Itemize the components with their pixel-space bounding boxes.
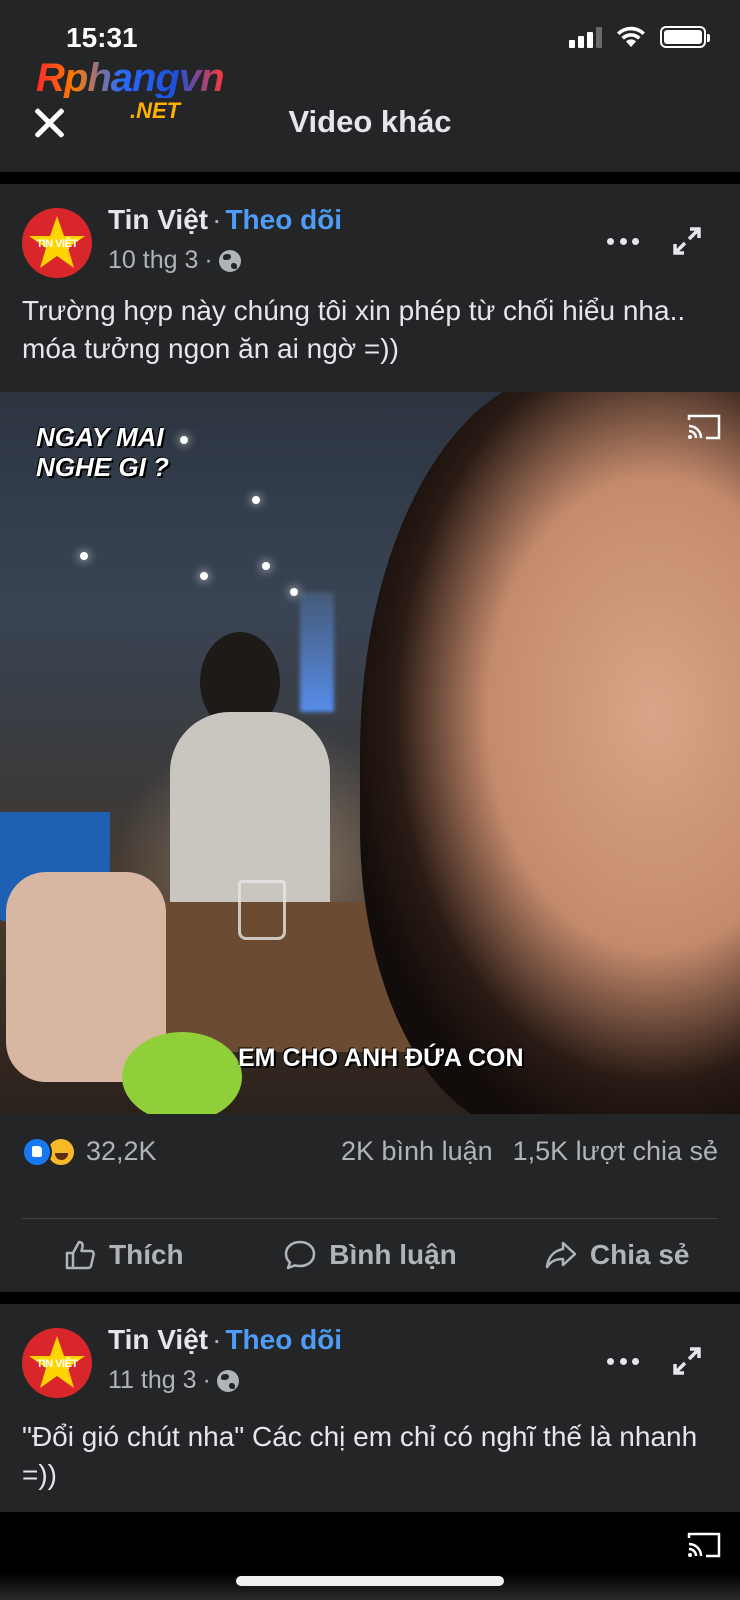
expand-icon[interactable] bbox=[672, 1346, 702, 1376]
like-label: Thích bbox=[109, 1239, 184, 1270]
post-card: TIN VIỆT Tin Việt · Theo dõi 11 thg 3 · "Đổ… bbox=[0, 1304, 740, 1512]
status-icons bbox=[569, 26, 710, 48]
video-caption-top: NGAY MAI NGHE GI ? bbox=[36, 422, 169, 482]
avatar-label: TIN VIỆT bbox=[36, 1358, 78, 1370]
post-date[interactable]: 11 thg 3 bbox=[108, 1366, 197, 1395]
comment-button[interactable]: Bình luận bbox=[247, 1218, 494, 1292]
post-meta: 11 thg 3 · bbox=[108, 1366, 239, 1395]
reactions-count: 32,2K bbox=[86, 1136, 157, 1166]
cast-icon[interactable] bbox=[686, 412, 722, 442]
author-line: Tin Việt · Theo dõi bbox=[108, 204, 343, 235]
comment-label: Bình luận bbox=[329, 1239, 457, 1270]
author-name[interactable]: Tin Việt bbox=[108, 204, 208, 235]
avatar-label: TIN VIỆT bbox=[36, 238, 78, 250]
cellular-signal-icon bbox=[569, 26, 602, 48]
next-video-preview[interactable] bbox=[0, 1512, 740, 1600]
post-actions: Thích Bình luận Chia sẻ bbox=[0, 1218, 740, 1292]
post-card: TIN VIỆT Tin Việt · Theo dõi 10 thg 3 · Trư… bbox=[0, 184, 740, 1292]
like-icon bbox=[65, 1240, 95, 1270]
top-bar: 15:31 Rphangvn .NET Video khác bbox=[0, 0, 740, 172]
watermark-logo: Rphangvn .NET bbox=[36, 56, 225, 123]
engagement-counts: 2K bình luận 1,5K lượt chia sẻ bbox=[341, 1136, 718, 1167]
battery-icon bbox=[660, 26, 710, 48]
cast-icon[interactable] bbox=[686, 1530, 722, 1560]
avatar[interactable]: TIN VIỆT bbox=[22, 208, 92, 278]
share-label: Chia sẻ bbox=[589, 1239, 690, 1270]
video-caption-bottom: EM CHO ANH ĐỨA CON bbox=[238, 1044, 524, 1072]
share-icon bbox=[545, 1241, 577, 1269]
video-player[interactable]: NGAY MAI NGHE GI ? EM CHO ANH ĐỨA CON bbox=[0, 392, 740, 1114]
logo-main-text: Rphangvn bbox=[36, 56, 225, 100]
post-text: Trường hợp này chúng tôi xin phép từ chố… bbox=[22, 295, 686, 364]
more-icon[interactable] bbox=[607, 238, 639, 246]
wifi-icon bbox=[617, 26, 645, 47]
more-icon[interactable] bbox=[607, 1358, 639, 1366]
reaction-summary[interactable]: 32,2K bbox=[22, 1136, 157, 1167]
expand-icon[interactable] bbox=[672, 226, 702, 256]
post-text: "Đổi gió chút nha" Các chị em chỉ có ngh… bbox=[22, 1421, 698, 1490]
share-button[interactable]: Chia sẻ bbox=[493, 1218, 740, 1292]
status-time: 15:31 bbox=[66, 22, 138, 53]
like-reaction-icon bbox=[22, 1136, 52, 1167]
globe-icon bbox=[216, 1369, 239, 1392]
post-date[interactable]: 10 thg 3 bbox=[108, 246, 198, 275]
globe-icon bbox=[218, 249, 241, 272]
author-name[interactable]: Tin Việt bbox=[108, 1324, 208, 1355]
post-meta: 10 thg 3 · bbox=[108, 246, 241, 275]
page-title: Video khác bbox=[288, 104, 452, 139]
like-button[interactable]: Thích bbox=[0, 1218, 247, 1292]
follow-link[interactable]: Theo dõi bbox=[225, 204, 342, 235]
comments-count[interactable]: 2K bình luận bbox=[341, 1136, 493, 1167]
home-indicator[interactable] bbox=[236, 1576, 504, 1586]
avatar[interactable]: TIN VIỆT bbox=[22, 1328, 92, 1398]
author-line: Tin Việt · Theo dõi bbox=[108, 1324, 343, 1355]
shares-count[interactable]: 1,5K lượt chia sẻ bbox=[513, 1136, 718, 1167]
comment-icon bbox=[284, 1240, 316, 1270]
follow-link[interactable]: Theo dõi bbox=[225, 1324, 342, 1355]
